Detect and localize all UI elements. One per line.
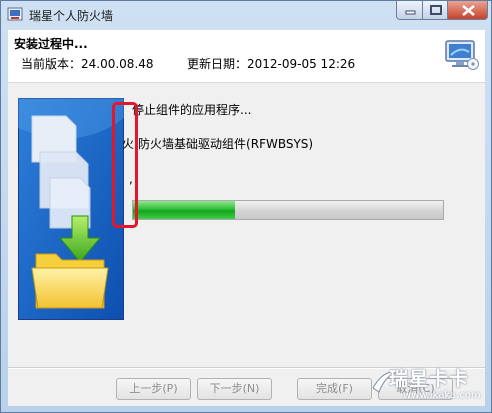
monitor-disc-icon	[445, 40, 479, 70]
next-button[interactable]: 下一步(N)	[197, 378, 272, 400]
finish-button[interactable]: 完成(F)	[297, 378, 372, 400]
title-bar[interactable]: 瑞星个人防火墙	[1, 1, 491, 29]
dialog-body: 安装过程中... 当前版本：24.00.08.48 更新日期：2012-09-0…	[8, 30, 485, 406]
status-line-component: 火|防火墙基础驱动组件(RFWBSYS)	[122, 137, 314, 151]
install-progress-bar	[132, 200, 444, 220]
installer-window: 瑞星个人防火墙 安装过程中... 当前版本：24.00.08.48 更新日期：2…	[0, 0, 492, 413]
watermark-url: www.ikaka.com	[403, 390, 481, 401]
status-line-stopping: 停止组件的应用程序...	[132, 103, 252, 117]
maximize-icon	[430, 5, 442, 15]
close-icon	[462, 5, 475, 16]
app-shield-icon	[7, 7, 23, 21]
red-highlight-box	[112, 102, 138, 228]
install-illustration	[18, 98, 124, 320]
watermark: 瑞星卡卡 www.ikaka.com	[369, 364, 487, 408]
minimize-icon	[405, 10, 416, 15]
update-date: 更新日期：2012-09-05 12:26	[187, 57, 356, 71]
window-title: 瑞星个人防火墙	[29, 9, 114, 23]
progress-fill	[133, 201, 236, 219]
watermark-text: 瑞星卡卡	[389, 368, 470, 390]
close-button[interactable]	[447, 1, 488, 20]
page-title: 安装过程中...	[14, 37, 88, 51]
minimize-button[interactable]	[396, 1, 423, 20]
current-version: 当前版本：24.00.08.48	[21, 57, 154, 71]
header-panel: 安装过程中... 当前版本：24.00.08.48 更新日期：2012-09-0…	[8, 30, 485, 83]
maximize-button[interactable]	[422, 1, 448, 20]
back-button[interactable]: 上一步(P)	[116, 378, 191, 400]
